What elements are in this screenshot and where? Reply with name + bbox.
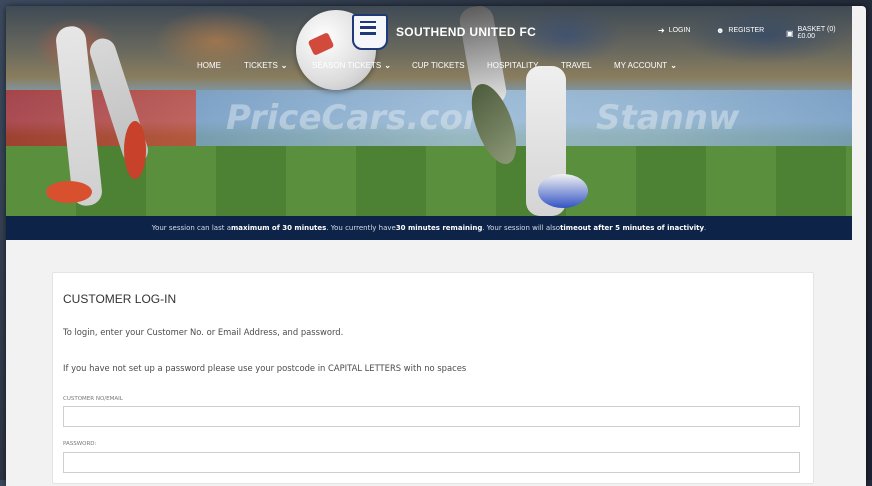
nav-my-account-label: MY ACCOUNT (614, 61, 668, 70)
login-title: CUSTOMER LOG-IN (63, 292, 177, 306)
nav-cup-tickets[interactable]: CUP TICKETS (412, 61, 465, 70)
nav-my-account[interactable]: MY ACCOUNT ⌄ (614, 61, 677, 70)
session-notice: Your session can last a maximum of 30 mi… (6, 216, 852, 240)
nav-travel[interactable]: TRAVEL (561, 61, 592, 70)
register-link[interactable]: ☻ REGISTER (716, 26, 764, 35)
site-header: SOUTHEND UNITED FC ➜ LOGIN ☻ REGISTER ▣ … (6, 6, 852, 82)
ad-hoarding: PriceCars.com Stannw (196, 90, 852, 146)
club-crest-icon (352, 14, 388, 50)
nav-home-label: HOME (197, 61, 221, 70)
nav-season-tickets-label: SEASON TICKETS (312, 61, 382, 70)
player-boot (46, 181, 92, 203)
login-instructions: To login, enter your Customer No. or Ema… (63, 327, 344, 337)
session-max-duration: maximum of 30 minutes (230, 224, 327, 232)
login-card: CUSTOMER LOG-IN To login, enter your Cus… (52, 272, 814, 484)
session-text: . You currently have (326, 224, 396, 232)
session-timeout: timeout after 5 minutes of inactivity (560, 224, 705, 232)
nav-tickets[interactable]: TICKETS ⌄ (244, 61, 287, 70)
nav-travel-label: TRAVEL (561, 61, 592, 70)
customer-field-label: CUSTOMER NO/EMAIL (63, 396, 123, 402)
session-text: . Your session will also (482, 224, 561, 232)
red-ad-board (6, 90, 196, 146)
login-label: LOGIN (668, 27, 691, 34)
basket-icon: ▣ (786, 28, 794, 38)
player-boot (538, 174, 588, 208)
player-boot (124, 121, 146, 179)
password-field-label: PASSWORD: (63, 441, 97, 447)
customer-input[interactable] (63, 406, 800, 427)
sign-in-icon: ➜ (658, 26, 665, 35)
register-label: REGISTER (728, 27, 765, 34)
basket-link[interactable]: ▣ BASKET (0) £0.00 (786, 26, 852, 40)
password-input[interactable] (63, 452, 800, 473)
basket-label: BASKET (0) £0.00 (797, 26, 836, 40)
nav-home[interactable]: HOME (197, 61, 221, 70)
chevron-down-icon: ⌄ (670, 61, 677, 70)
brand[interactable]: SOUTHEND UNITED FC (352, 14, 536, 50)
nav-season-tickets[interactable]: SEASON TICKETS ⌄ (312, 61, 391, 70)
session-text: . (704, 224, 707, 232)
chevron-down-icon: ⌄ (384, 61, 391, 70)
nav-cup-tickets-label: CUP TICKETS (412, 61, 465, 70)
chevron-down-icon: ⌄ (280, 61, 288, 70)
login-link[interactable]: ➜ LOGIN (658, 26, 691, 35)
user-plus-icon: ☻ (716, 26, 725, 35)
session-text: Your session can last a (151, 224, 231, 232)
postcode-note: If you have not set up a password please… (63, 363, 467, 373)
nav-hospitality-label: HOSPITALITY (487, 61, 539, 70)
nav-tickets-label: TICKETS (244, 61, 278, 70)
site-name: SOUTHEND UNITED FC (396, 25, 537, 39)
nav-hospitality[interactable]: HOSPITALITY (487, 61, 538, 70)
session-remaining: 30 minutes remaining (395, 224, 483, 232)
